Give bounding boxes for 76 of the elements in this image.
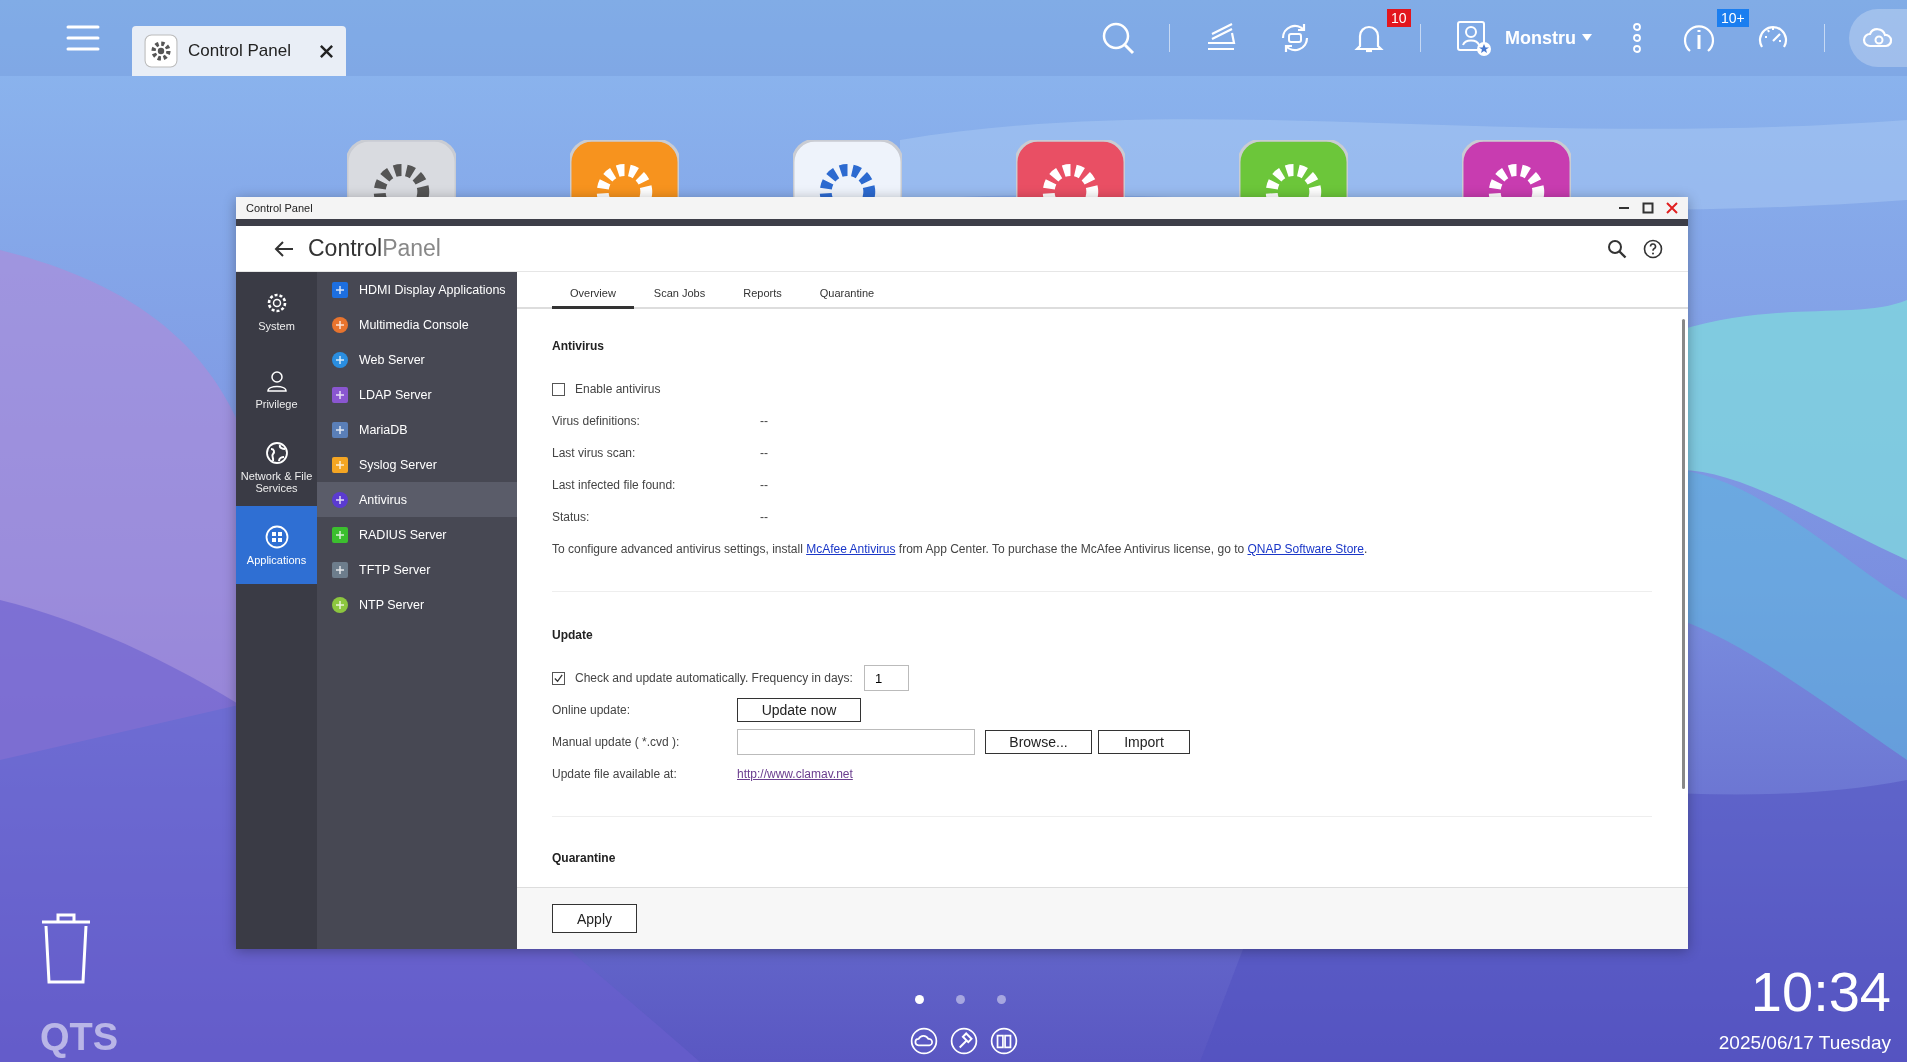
tab[interactable]: Scan Jobs xyxy=(635,287,724,309)
category-item[interactable]: Privilege xyxy=(236,350,317,428)
import-button[interactable]: Import xyxy=(1098,730,1190,754)
checkbox[interactable] xyxy=(552,671,565,685)
field-value: -- xyxy=(760,446,768,460)
tab[interactable]: Reports xyxy=(725,287,800,309)
section-heading: Antivirus xyxy=(552,339,605,355)
browse-button[interactable]: Browse... xyxy=(985,730,1092,754)
link[interactable]: McAfee Antivirus xyxy=(806,542,896,556)
checkbox-label: Check and update automatically. Frequency in days: xyxy=(575,671,853,685)
category-item[interactable]: Network & File Services xyxy=(236,428,317,506)
gear-app-icon[interactable] xyxy=(347,140,456,197)
app-list-item[interactable]: TFTP Server xyxy=(317,552,517,587)
section-heading: Quarantine xyxy=(552,851,617,867)
field-value: -- xyxy=(760,510,768,524)
field-value: -- xyxy=(760,478,768,492)
notification-badge: 10 xyxy=(1387,9,1411,27)
caret-icon[interactable] xyxy=(1582,34,1592,42)
category-item[interactable]: Applications xyxy=(236,506,317,584)
cloud-button[interactable] xyxy=(1849,9,1907,67)
app-list-item[interactable]: HDMI Display Applications xyxy=(317,272,517,307)
clock: 10:34 xyxy=(1750,960,1891,1024)
category-item[interactable]: System xyxy=(236,272,317,350)
tab[interactable]: Overview xyxy=(552,287,634,309)
search-icon[interactable] xyxy=(1607,238,1627,259)
app-list-item[interactable]: NTP Server xyxy=(317,587,517,622)
app-list-item[interactable]: Antivirus xyxy=(317,482,517,517)
app-list-item[interactable]: Web Server xyxy=(317,342,517,377)
field-label: Online update: xyxy=(552,703,632,717)
page-dot[interactable] xyxy=(915,995,924,1004)
field-label: Manual update ( *.cvd ): xyxy=(552,735,681,749)
back-arrow-icon[interactable] xyxy=(274,239,294,258)
gear-icon xyxy=(144,34,178,68)
file-field[interactable] xyxy=(737,729,975,755)
window-title: Control Panel xyxy=(246,202,313,214)
user-icon[interactable] xyxy=(1455,19,1493,57)
book-icon[interactable] xyxy=(990,1027,1018,1055)
field-label: Update file available at: xyxy=(552,767,678,781)
field-label: Status: xyxy=(552,510,591,524)
app-list-item[interactable]: LDAP Server xyxy=(317,377,517,412)
app-list-item[interactable]: Multimedia Console xyxy=(317,307,517,342)
app-list-item[interactable]: Syslog Server xyxy=(317,447,517,482)
checkbox[interactable] xyxy=(552,382,565,396)
field-value: -- xyxy=(760,414,768,428)
page-dot[interactable] xyxy=(956,995,965,1004)
app-list-item[interactable]: MariaDB xyxy=(317,412,517,447)
app-list-item[interactable]: RADIUS Server xyxy=(317,517,517,552)
tab[interactable]: Quarantine xyxy=(801,287,893,309)
link[interactable]: QNAP Software Store xyxy=(1247,542,1364,556)
update-badge: 10+ xyxy=(1717,9,1749,27)
checkbox-label: Enable antivirus xyxy=(575,382,661,396)
person-icon xyxy=(264,368,289,393)
cloud-icon[interactable] xyxy=(910,1027,938,1055)
apply-button[interactable]: Apply xyxy=(552,904,637,933)
more-icon[interactable] xyxy=(1632,21,1642,55)
info-text: To configure advanced antivirus settings, install McAfee Antivirus from App Center. To purchase the McAfee Antivirus license, go to QNAP Software Store. xyxy=(552,542,1368,556)
date-label: 2025/06/17 Tuesday xyxy=(1718,1032,1891,1054)
menu-icon[interactable] xyxy=(66,23,100,53)
taskbar-tab[interactable]: Control Panel xyxy=(132,26,346,76)
close-icon[interactable] xyxy=(319,43,334,59)
field-label: Last virus scan: xyxy=(552,446,637,460)
app-icon[interactable] xyxy=(1462,140,1571,197)
app-title: ControlPanel xyxy=(308,235,441,262)
page-dot[interactable] xyxy=(997,995,1006,1004)
link[interactable]: http://www.clamav.net xyxy=(737,767,853,781)
field-label: Last infected file found: xyxy=(552,478,677,492)
frequency-field[interactable]: 1 xyxy=(863,665,909,691)
maximize-icon[interactable] xyxy=(1642,202,1654,214)
hammer-icon[interactable] xyxy=(950,1027,978,1055)
grid-icon xyxy=(264,524,289,549)
field-label: Virus definitions: xyxy=(552,414,641,428)
help-icon[interactable] xyxy=(1643,238,1663,259)
update-now-button[interactable]: Update now xyxy=(737,698,861,722)
brand-label: QTS xyxy=(40,1016,119,1059)
cloud-icon xyxy=(1861,26,1895,50)
section-heading: Update xyxy=(552,628,594,644)
